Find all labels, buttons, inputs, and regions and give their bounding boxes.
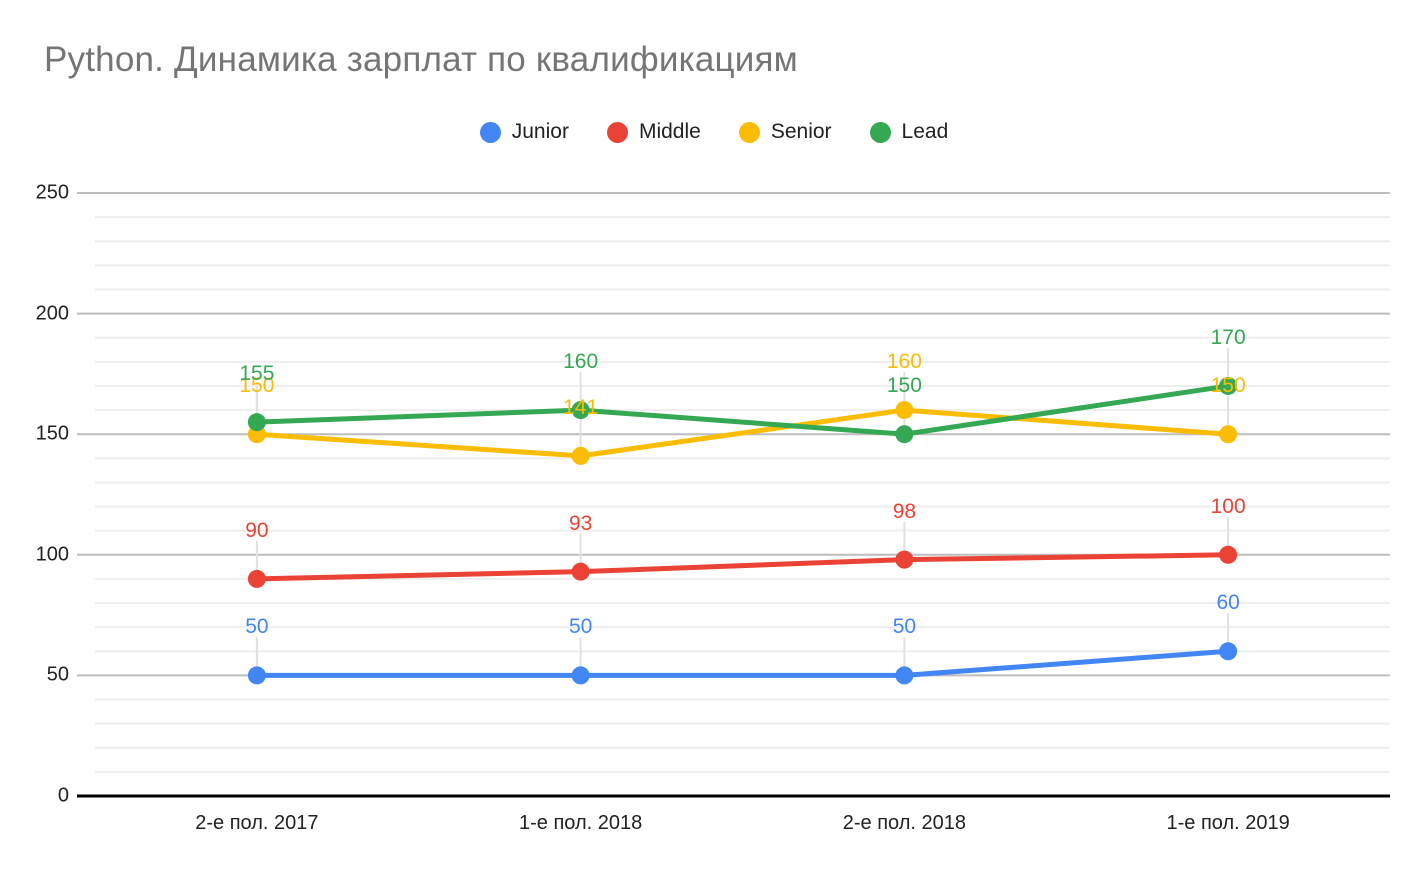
- data-point[interactable]: [895, 401, 914, 420]
- x-axis-tick-label: 1-е пол. 2019: [1166, 812, 1290, 834]
- data-point[interactable]: [571, 562, 590, 581]
- data-point-label: 160: [886, 350, 922, 374]
- x-axis-tick-label: 2-е пол. 2017: [195, 812, 319, 834]
- y-axis-tick-label: 150: [35, 422, 69, 445]
- data-point[interactable]: [247, 413, 266, 432]
- chart-container: Python. Динамика зарплат по квалификация…: [0, 0, 1428, 882]
- data-point-label: 141: [563, 395, 599, 419]
- y-axis-tick-label: 50: [46, 663, 69, 686]
- data-point-label: 155: [239, 362, 275, 386]
- data-point-label: 150: [886, 374, 922, 398]
- data-point-label: 93: [568, 511, 593, 535]
- data-point[interactable]: [895, 550, 914, 569]
- data-point-label: 98: [892, 499, 917, 523]
- series-line: [254, 552, 1231, 582]
- data-point[interactable]: [247, 569, 266, 588]
- y-axis-tick-label: 250: [35, 181, 69, 204]
- data-point[interactable]: [247, 666, 266, 685]
- y-axis-tick-label: 100: [35, 543, 69, 566]
- data-point[interactable]: [571, 446, 590, 465]
- data-point-label: 170: [1210, 325, 1246, 349]
- data-point-label: 50: [245, 615, 269, 639]
- data-point-label: 90: [245, 518, 269, 542]
- data-point[interactable]: [1219, 545, 1238, 564]
- y-axis-tick-label: 0: [57, 784, 69, 807]
- data-point[interactable]: [1219, 642, 1238, 661]
- plot-area: 0 50 100 150 200 250 2-е пол. 2017 1-е пол. 201…: [0, 0, 1428, 882]
- y-axis-tick-label: 200: [35, 302, 69, 325]
- data-point-label: 150: [1210, 374, 1246, 398]
- series-line: [254, 648, 1231, 678]
- x-axis-tick-label: 2-е пол. 2018: [842, 812, 967, 834]
- data-point[interactable]: [895, 425, 914, 444]
- series-middle: [247, 545, 1238, 588]
- x-axis-tick-label: 1-е пол. 2018: [518, 812, 643, 834]
- data-point[interactable]: [1219, 425, 1238, 444]
- data-point[interactable]: [895, 666, 914, 685]
- data-point-label: 160: [563, 350, 599, 374]
- chart-canvas: [77, 192, 1390, 798]
- data-point-label: 50: [892, 615, 917, 639]
- data-point-label: 60: [1216, 591, 1240, 615]
- data-point-label: 100: [1210, 494, 1246, 518]
- data-point[interactable]: [571, 666, 590, 685]
- series-junior: [247, 642, 1238, 685]
- data-point-label: 50: [568, 615, 593, 639]
